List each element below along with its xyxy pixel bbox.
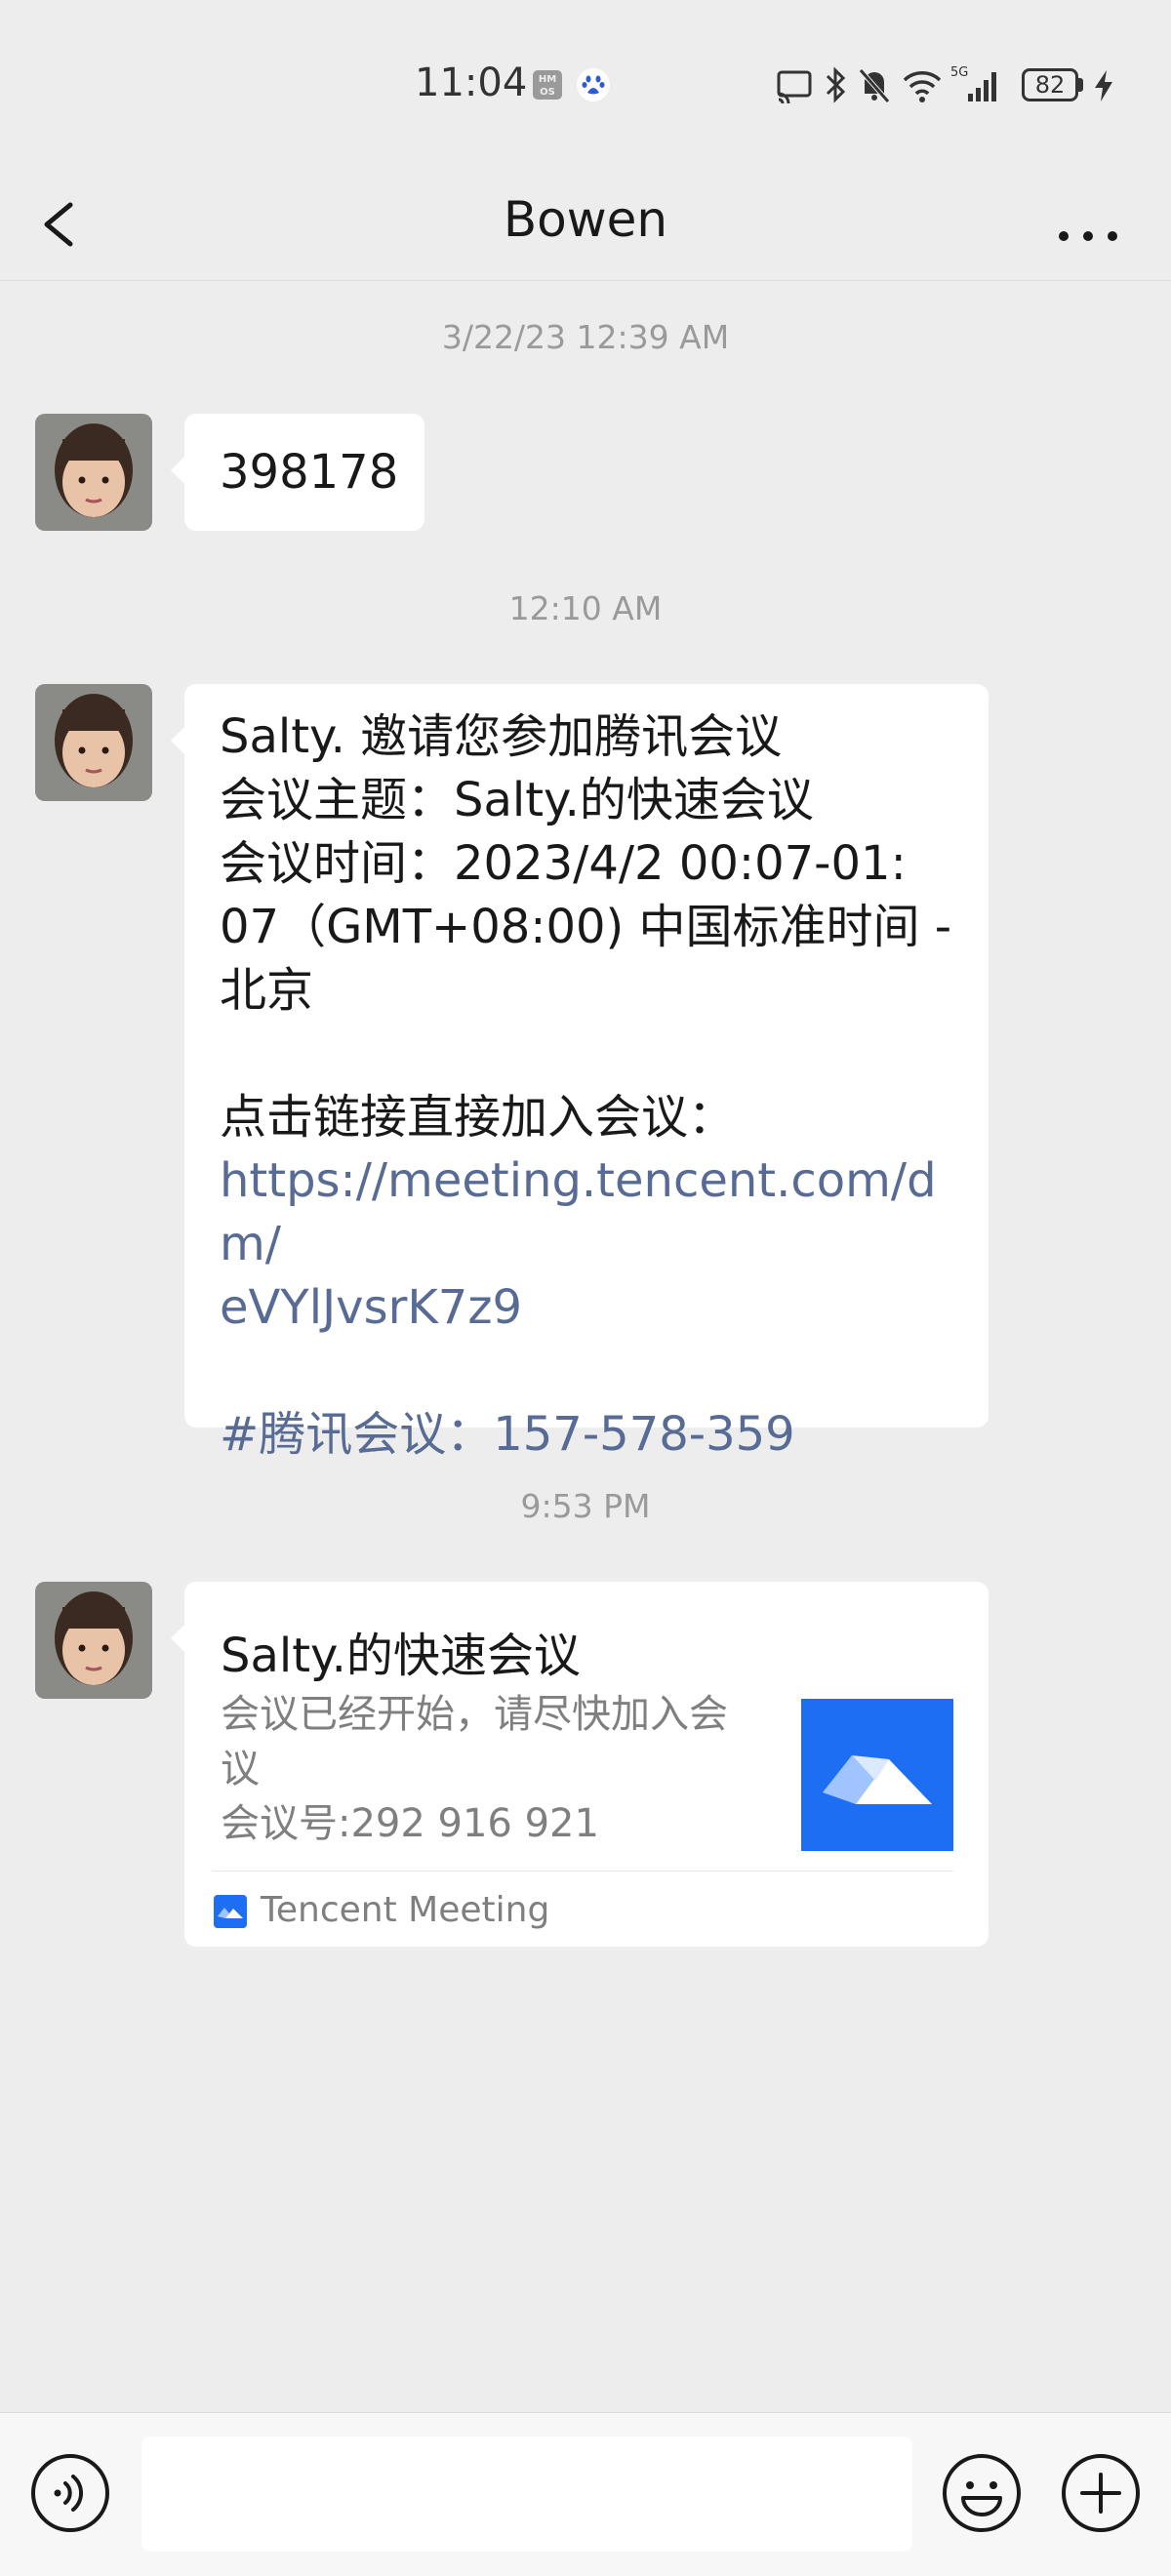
message-line: 北京 (220, 963, 314, 1018)
tencent-meeting-logo-icon (801, 1699, 953, 1851)
card-source-label: Tencent Meeting (261, 1890, 550, 1930)
card-desc-line: 会议号:292 916 921 (221, 1801, 599, 1846)
meeting-link[interactable]: https://meeting.tencent.com/dm/ (220, 1149, 971, 1276)
emoji-icon (943, 2454, 1021, 2532)
wifi-icon (903, 71, 942, 102)
message-bubble[interactable]: Salty. 邀请您参加腾讯会议 会议主题：Salty.的快速会议 会议时间：2… (171, 684, 989, 1462)
voice-icon (31, 2454, 109, 2532)
more-dots-icon (1059, 231, 1117, 241)
card-description: 会议已经开始，请尽快加入会 议 会议号:292 916 921 (221, 1687, 767, 1851)
battery-tip (1078, 78, 1083, 92)
more-button[interactable] (1054, 193, 1122, 252)
signal-5g-icon: 5G (950, 65, 996, 101)
message-line: Salty. 邀请您参加腾讯会议 (220, 709, 783, 764)
message-bubble[interactable]: 398178 (171, 414, 424, 531)
card-desc-line: 议 (221, 1747, 260, 1791)
message-timestamp: 3/22/23 12:39 AM (441, 318, 730, 356)
avatar-image (35, 1582, 152, 1699)
more-functions-button[interactable] (1061, 2453, 1141, 2533)
meeting-link[interactable]: eVYlJvsrK7z9 (220, 1276, 971, 1340)
battery-icon: 82 (1022, 68, 1078, 101)
invite-message: Salty. 邀请您参加腾讯会议 会议主题：Salty.的快速会议 会议时间：2… (220, 705, 971, 1467)
message-timestamp: 12:10 AM (508, 589, 663, 627)
avatar[interactable] (35, 1582, 152, 1699)
emoji-button[interactable] (942, 2453, 1022, 2533)
avatar[interactable] (35, 684, 152, 801)
input-bar (0, 2412, 1171, 2576)
card-title: Salty.的快速会议 (221, 1629, 581, 1683)
meeting-tag-link[interactable]: #腾讯会议：157-578-359 (220, 1403, 971, 1467)
message-text: 398178 (220, 445, 399, 500)
baidu-paw-icon (577, 68, 610, 101)
card-divider (212, 1871, 953, 1872)
status-time: 11:04 (415, 60, 528, 105)
card-desc-line: 会议已经开始，请尽快加入会 (221, 1692, 728, 1737)
cast-icon (777, 70, 812, 104)
avatar-image (35, 414, 152, 531)
voice-button[interactable] (30, 2453, 110, 2533)
svg-text:5G: 5G (950, 65, 968, 80)
message-line: 会议时间：2023/4/2 00:07-01: (220, 836, 907, 891)
meeting-card[interactable]: Salty.的快速会议 会议已经开始，请尽快加入会 议 会议号:292 916 … (171, 1582, 989, 1947)
message-line: 点击链接直接加入会议： (220, 1090, 736, 1145)
message-timestamp: 9:53 PM (520, 1487, 651, 1525)
message-input[interactable] (141, 2436, 912, 2552)
message-line: 07（GMT+08:00) 中国标准时间 - (220, 900, 952, 954)
hmos-icon: HM OS (533, 70, 562, 100)
charging-icon (1095, 70, 1112, 101)
chat-title: Bowen (503, 191, 668, 248)
avatar[interactable] (35, 414, 152, 531)
avatar-image (35, 684, 152, 801)
bluetooth-icon (826, 66, 846, 103)
mute-bell-icon (859, 68, 890, 103)
message-line: 会议主题：Salty.的快速会议 (220, 773, 814, 827)
plus-icon (1062, 2454, 1140, 2532)
chat-screen: 11:04 HM OS 5G 82 Bowen 3/22/23 12:39 AM… (0, 0, 1171, 2576)
tencent-meeting-icon (214, 1895, 247, 1928)
status-bar: 11:04 HM OS 5G 82 (0, 0, 1171, 166)
chat-header: Bowen (0, 166, 1171, 281)
